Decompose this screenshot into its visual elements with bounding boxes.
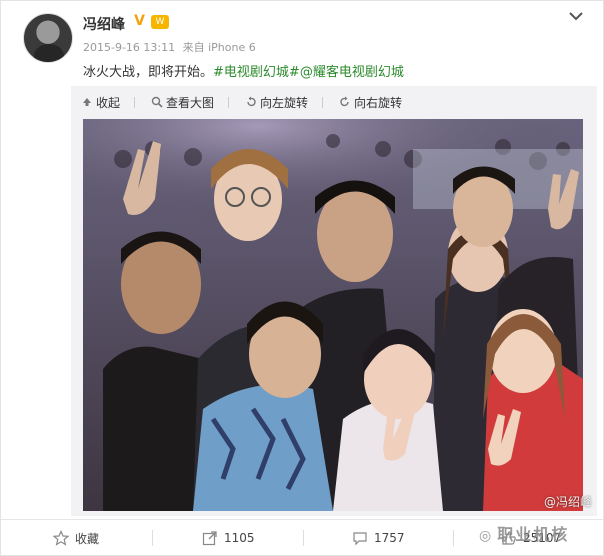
view-large-label: 查看大图 — [166, 95, 215, 110]
collapse-arrow-icon — [83, 98, 91, 106]
chevron-down-icon[interactable] — [568, 9, 584, 23]
weibo-post-card: 冯绍峰 V W 2015-9-16 13:11 来自 iPhone 6 冰火大战… — [0, 0, 604, 556]
repost-count: 1105 — [224, 531, 255, 545]
group-selfie-photo[interactable] — [83, 119, 583, 511]
wechat-watermark: ◎ 职业机核 — [479, 521, 569, 545]
toolbar-divider — [134, 96, 136, 108]
star-icon — [53, 530, 69, 546]
post-body: 冰火大战，即将开始。 — [83, 65, 214, 80]
favorite-button[interactable]: 收藏 — [53, 520, 99, 556]
username[interactable]: 冯绍峰 — [83, 14, 125, 34]
comment-button[interactable]: 1757 — [352, 520, 405, 556]
toolbar-divider — [228, 96, 230, 108]
rotate-left-button[interactable]: 向左旋转 — [245, 94, 324, 111]
avatar[interactable] — [23, 13, 73, 63]
repost-icon — [202, 531, 217, 546]
view-large-button[interactable]: 查看大图 — [151, 94, 230, 111]
repost-button[interactable]: 1105 — [202, 520, 255, 556]
rotate-right-icon — [340, 96, 349, 107]
footer-divider — [303, 530, 304, 546]
footer-divider — [453, 530, 454, 546]
photo-illustration — [83, 119, 583, 511]
comment-count: 1757 — [374, 531, 405, 545]
toolbar-divider — [322, 96, 324, 108]
verified-v-icon: V — [134, 13, 145, 29]
wechat-icon: ◎ — [479, 528, 494, 544]
photo-watermark: @冯绍峰 — [544, 495, 593, 509]
rotate-right-button[interactable]: 向右旋转 — [339, 94, 402, 111]
post-source: 来自 iPhone 6 — [182, 41, 256, 54]
rotate-left-icon — [247, 96, 256, 107]
mention-link[interactable]: @耀客电视剧幻城 — [300, 65, 404, 80]
footer-divider — [152, 530, 153, 546]
post-text: 冰火大战，即将开始。#电视剧幻城#@耀客电视剧幻城 — [83, 61, 404, 80]
collapse-button[interactable]: 收起 — [81, 94, 136, 111]
zoom-icon — [151, 96, 163, 108]
post-meta: 2015-9-16 13:11 来自 iPhone 6 — [83, 39, 256, 55]
topic-tag-link[interactable]: #电视剧幻城# — [213, 65, 300, 80]
collapse-label: 收起 — [96, 95, 121, 110]
post-timestamp[interactable]: 2015-9-16 13:11 — [83, 41, 175, 54]
level-badge-icon: W — [151, 15, 169, 29]
rotate-right-label: 向右旋转 — [354, 95, 403, 110]
favorite-label: 收藏 — [75, 531, 100, 546]
media-toolbar: 收起 查看大图 向左旋转 向右旋转 — [81, 94, 418, 110]
wechat-watermark-text: 职业机核 — [497, 525, 570, 544]
comment-icon — [353, 532, 367, 546]
rotate-left-label: 向左旋转 — [260, 95, 309, 110]
